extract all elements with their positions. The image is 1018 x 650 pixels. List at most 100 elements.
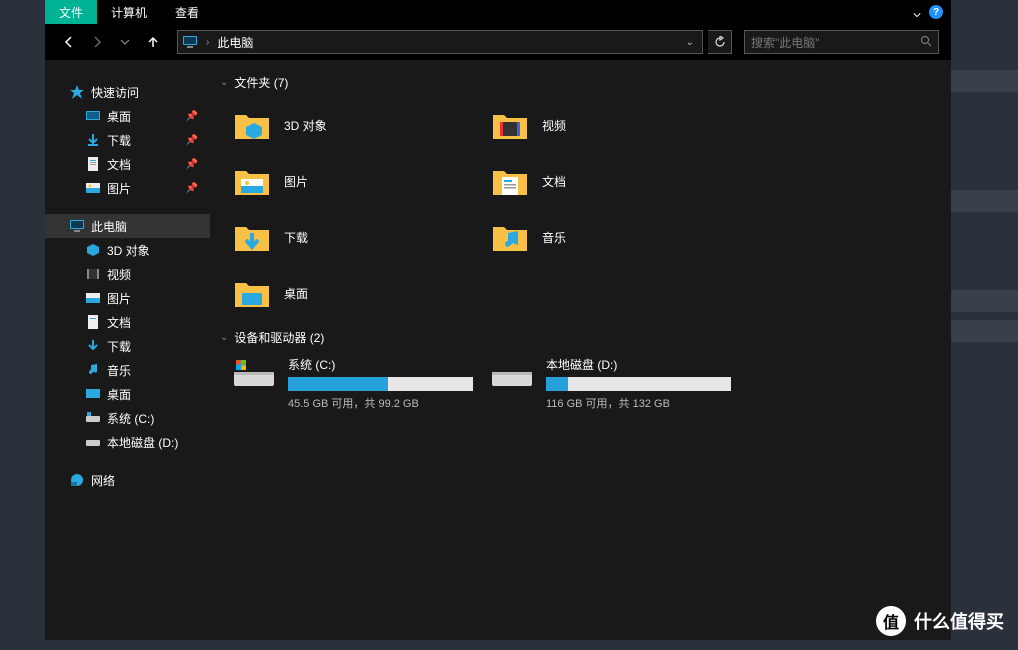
breadcrumb-location[interactable]: 此电脑 [217,34,253,51]
sidebar-quick-access[interactable]: 快速访问 [45,80,210,104]
content-pane: ⌄ 文件夹 (7) 3D 对象 视频 图片 [210,60,951,640]
ribbon: 文件 计算机 查看 ? [45,0,951,24]
folder-icon [232,105,272,145]
folder-documents[interactable]: 文档 [490,157,740,205]
drive-usage-fill [546,377,568,391]
drive-usage-fill [288,377,388,391]
sidebar-item-desktop-pc[interactable]: 桌面 [45,382,210,406]
3d-objects-icon [85,242,101,258]
folder-label: 文档 [542,173,566,190]
folder-label: 音乐 [542,229,566,246]
address-history-dropdown[interactable]: ⌄ [682,37,698,48]
drive-icon [490,356,534,388]
nav-recent-dropdown[interactable] [113,30,137,54]
desktop-icon [85,108,101,124]
sidebar-item-downloads[interactable]: 下载 📌 [45,128,210,152]
navbar: › 此电脑 ⌄ 搜索"此电脑" [45,24,951,60]
watermark-badge: 值 [876,606,906,636]
folder-label: 下载 [284,229,308,246]
pictures-icon [85,290,101,306]
explorer-window: 文件 计算机 查看 ? › [45,0,951,640]
sidebar-this-pc[interactable]: 此电脑 [45,214,210,238]
network-icon [69,472,85,488]
folder-label: 图片 [284,173,308,190]
search-input[interactable]: 搜索"此电脑" [744,30,939,54]
sidebar-item-pictures[interactable]: 图片 📌 [45,176,210,200]
sidebar-item-label: 图片 [107,180,131,197]
group-header-folders[interactable]: ⌄ 文件夹 (7) [220,74,941,91]
folder-desktop[interactable]: 桌面 [232,269,482,317]
folder-icon [232,273,272,313]
pin-icon: 📌 [186,135,198,146]
sidebar-item-label: 视频 [107,266,131,283]
watermark: 值 什么值得买 [876,606,1004,636]
sidebar-item-label: 下载 [107,132,131,149]
nav-forward-button[interactable] [85,30,109,54]
nav-back-button[interactable] [57,30,81,54]
pin-icon: 📌 [186,183,198,194]
group-title: 设备和驱动器 (2) [234,329,324,346]
folder-music[interactable]: 音乐 [490,213,740,261]
drive-usage-bar [546,377,731,391]
drive-free-text: 45.5 GB 可用，共 99.2 GB [288,395,482,411]
sidebar-item-desktop[interactable]: 桌面 📌 [45,104,210,128]
downloads-icon [85,338,101,354]
drive-name: 系统 (C:) [288,356,482,373]
folder-downloads[interactable]: 下载 [232,213,482,261]
watermark-text: 什么值得买 [914,608,1004,634]
group-title: 文件夹 (7) [234,74,288,91]
sidebar-item-drive-c[interactable]: 系统 (C:) [45,406,210,430]
sidebar-item-music[interactable]: 音乐 [45,358,210,382]
folder-icon [490,105,530,145]
folder-icon [490,161,530,201]
drive-icon [85,434,101,450]
ribbon-minimize-icon[interactable] [913,8,921,16]
drive-name: 本地磁盘 (D:) [546,356,740,373]
sidebar-item-label: 3D 对象 [107,242,150,259]
sidebar-item-label: 此电脑 [91,218,127,235]
music-icon [85,362,101,378]
sidebar-item-pictures-pc[interactable]: 图片 [45,286,210,310]
sidebar-item-3d[interactable]: 3D 对象 [45,238,210,262]
nav-up-button[interactable] [141,30,165,54]
this-pc-icon [182,34,198,50]
sidebar-item-label: 快速访问 [91,84,139,101]
sidebar-item-downloads-pc[interactable]: 下载 [45,334,210,358]
sidebar-item-label: 下载 [107,338,131,355]
pin-icon: 📌 [186,111,198,122]
refresh-button[interactable] [708,30,732,54]
drive-usage-bar [288,377,473,391]
address-bar[interactable]: › 此电脑 ⌄ [177,30,703,54]
folder-icon [232,161,272,201]
sidebar-item-videos[interactable]: 视频 [45,262,210,286]
folder-3d-objects[interactable]: 3D 对象 [232,101,482,149]
help-icon[interactable]: ? [929,5,943,19]
ribbon-tab-computer[interactable]: 计算机 [97,0,161,24]
sidebar-item-documents-pc[interactable]: 文档 [45,310,210,334]
drive-c[interactable]: 系统 (C:) 45.5 GB 可用，共 99.2 GB [232,356,482,411]
sidebar-item-label: 本地磁盘 (D:) [107,434,178,451]
documents-icon [85,314,101,330]
sidebar-item-label: 音乐 [107,362,131,379]
sidebar-item-documents[interactable]: 文档 📌 [45,152,210,176]
folder-icon [232,217,272,257]
folder-icon [490,217,530,257]
sidebar-item-drive-d[interactable]: 本地磁盘 (D:) [45,430,210,454]
this-pc-icon [69,218,85,234]
chevron-right-icon: › [204,37,211,48]
sidebar-network[interactable]: 网络 [45,468,210,492]
sidebar-item-label: 图片 [107,290,131,307]
sidebar-item-label: 桌面 [107,386,131,403]
drive-d[interactable]: 本地磁盘 (D:) 116 GB 可用，共 132 GB [490,356,740,411]
search-icon [920,35,932,50]
ribbon-tab-file[interactable]: 文件 [45,0,97,24]
drive-icon [85,410,101,426]
folder-pictures[interactable]: 图片 [232,157,482,205]
sidebar-item-label: 文档 [107,314,131,331]
search-placeholder: 搜索"此电脑" [751,34,920,51]
sidebar-item-label: 系统 (C:) [107,410,154,427]
ribbon-tab-view[interactable]: 查看 [161,0,213,24]
sidebar-item-label: 文档 [107,156,131,173]
folder-videos[interactable]: 视频 [490,101,740,149]
group-header-drives[interactable]: ⌄ 设备和驱动器 (2) [220,329,941,346]
